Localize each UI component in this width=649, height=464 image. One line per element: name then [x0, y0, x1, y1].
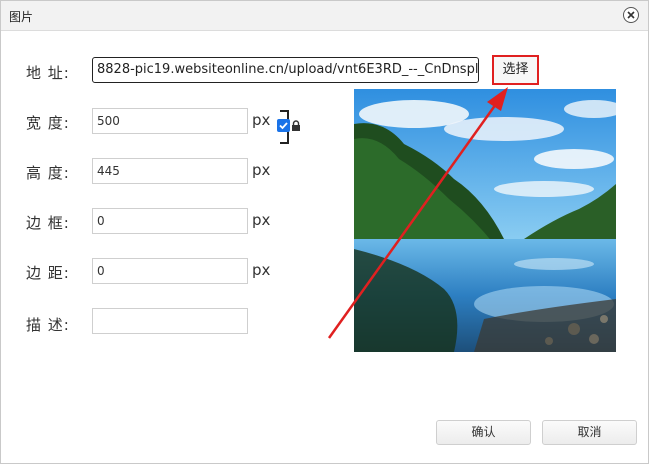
- image-preview: [354, 89, 616, 352]
- close-button[interactable]: [623, 7, 639, 23]
- height-unit: px: [252, 161, 271, 179]
- url-label: 地 址:: [26, 64, 70, 82]
- spacing-input[interactable]: 0: [92, 258, 248, 284]
- dialog-titlebar: 图片: [1, 1, 648, 31]
- spacing-unit: px: [252, 261, 271, 279]
- lock-ratio-checkbox[interactable]: [277, 119, 290, 132]
- check-icon: [279, 122, 288, 130]
- cancel-button[interactable]: 取消: [542, 420, 637, 445]
- width-label: 宽 度:: [26, 114, 70, 132]
- lock-icon: [292, 120, 300, 131]
- image-dialog: 图片 地 址: 8828-pic19.websiteonline.cn/uplo…: [0, 0, 649, 464]
- select-button[interactable]: 选择: [492, 55, 539, 85]
- width-unit: px: [252, 111, 271, 129]
- height-input[interactable]: 445: [92, 158, 248, 184]
- width-input[interactable]: 500: [92, 108, 248, 134]
- confirm-button[interactable]: 确认: [436, 420, 531, 445]
- dialog-title: 图片: [9, 10, 34, 24]
- url-input[interactable]: 8828-pic19.websiteonline.cn/upload/vnt6E…: [92, 57, 479, 83]
- description-input[interactable]: [92, 308, 248, 334]
- landscape-preview-image: [354, 89, 616, 352]
- border-input[interactable]: 0: [92, 208, 248, 234]
- height-label: 高 度:: [26, 164, 70, 182]
- spacing-label: 边 距:: [26, 264, 70, 282]
- border-unit: px: [252, 211, 271, 229]
- close-icon: [627, 11, 635, 19]
- description-label: 描 述:: [26, 316, 70, 334]
- border-label: 边 框:: [26, 214, 70, 232]
